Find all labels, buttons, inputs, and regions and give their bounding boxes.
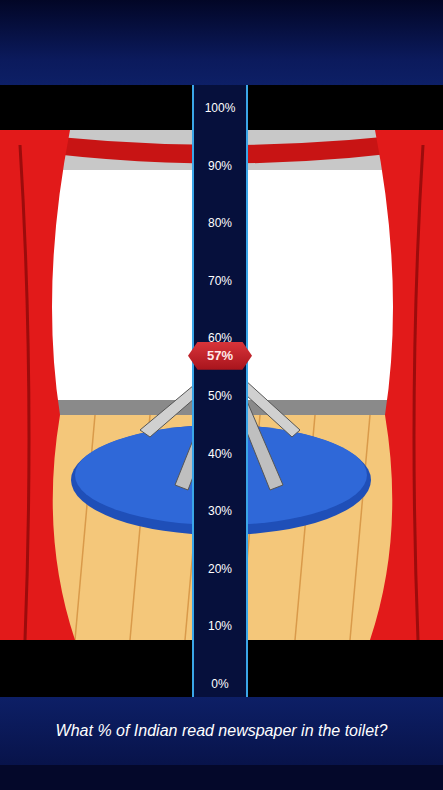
scale-tick: 20% <box>208 561 232 577</box>
scale-tick: 100% <box>205 100 236 116</box>
question-bar: What % of Indian read newspaper in the t… <box>0 697 443 765</box>
question-text: What % of Indian read newspaper in the t… <box>56 722 388 740</box>
answer-marker[interactable]: 57% <box>188 342 252 370</box>
stage: 100%90%80%70%60%50%40%30%20%10%0%57% <box>0 85 443 697</box>
game-screen: 100%90%80%70%60%50%40%30%20%10%0%57%What… <box>0 0 443 790</box>
scale-tick: 0% <box>211 676 228 692</box>
percent-scale: 100%90%80%70%60%50%40%30%20%10%0%57% <box>192 85 248 697</box>
top-band <box>0 0 443 85</box>
scale-tick: 50% <box>208 388 232 404</box>
scale-tick: 30% <box>208 503 232 519</box>
scale-tick: 40% <box>208 446 232 462</box>
bottom-band <box>0 765 443 790</box>
scale-tick: 70% <box>208 273 232 289</box>
scale-tick: 80% <box>208 215 232 231</box>
scale-tick: 90% <box>208 158 232 174</box>
scale-tick: 10% <box>208 618 232 634</box>
